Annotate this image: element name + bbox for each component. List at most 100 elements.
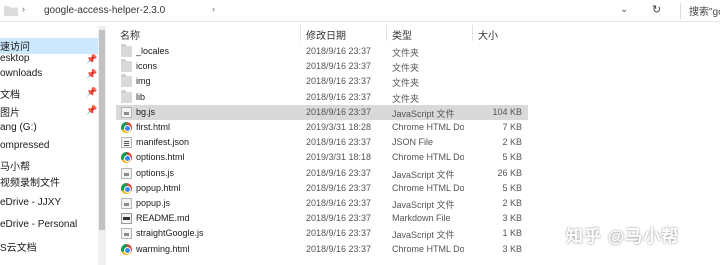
- file-modified: 2018/9/16 23:37: [306, 167, 372, 178]
- file-type: 文件夹: [392, 78, 420, 89]
- breadcrumb-separator: ›: [22, 4, 25, 14]
- file-row[interactable]: straightGoogle.js 2018/9/16 23:37 JavaScri…: [116, 226, 528, 241]
- pin-icon[interactable]: 📌: [86, 87, 97, 98]
- column-divider[interactable]: [300, 25, 301, 41]
- folder-icon: [121, 89, 132, 103]
- file-name: first.html: [136, 122, 171, 132]
- chrome-icon: [121, 182, 132, 194]
- file-modified: 2018/9/16 23:37: [306, 213, 372, 224]
- refresh-icon[interactable]: ↻: [652, 3, 661, 16]
- file-name: README.md: [136, 213, 190, 224]
- nav-item[interactable]: ownloads 📌: [0, 68, 98, 84]
- file-name: img: [136, 76, 151, 87]
- folder-icon: [121, 74, 132, 88]
- nav-item[interactable]: 视频录制文件: [0, 174, 98, 190]
- file-name: popup.html: [136, 182, 181, 193]
- file-size: 3 KB: [502, 243, 522, 254]
- nav-item-label: ownloads: [0, 68, 43, 79]
- nav-item-label: S云文档: [0, 243, 37, 254]
- nav-item-label: eDrive - Personal: [0, 219, 78, 230]
- file-name: manifest.json: [136, 137, 190, 148]
- file-row[interactable]: manifest.json 2018/9/16 23:37 JSON File 2 K…: [116, 135, 528, 150]
- nav-item-label: 图片: [0, 108, 20, 119]
- nav-item[interactable]: ompressed: [0, 140, 98, 156]
- nav-item-label: esktop: [0, 53, 30, 64]
- nav-item[interactable]: 文档 📌: [0, 86, 98, 102]
- file-type: Chrome HTML Do...: [392, 182, 464, 193]
- file-row[interactable]: warming.html 2018/9/16 23:37 Chrome HTML D…: [116, 242, 528, 257]
- file-size: 2 KB: [502, 198, 522, 208]
- folder-icon: [121, 59, 132, 73]
- file-modified: 2018/9/16 23:37: [306, 46, 372, 56]
- folder-icon: [4, 6, 18, 16]
- file-row[interactable]: _locales 2018/9/16 23:37 文件夹: [116, 44, 528, 59]
- file-name: icons: [136, 61, 158, 72]
- file-modified: 2018/9/16 23:37: [306, 61, 372, 72]
- pin-icon[interactable]: 📌: [86, 69, 97, 80]
- file-type: JavaScript 文件: [392, 108, 455, 119]
- nav-item-label: eDrive - JJXY: [0, 197, 62, 208]
- nav-item[interactable]: 马小帮: [0, 158, 98, 174]
- file-row[interactable]: options.html 2019/3/31 18:18 Chrome HTML D…: [116, 150, 528, 165]
- nav-item[interactable]: 速访问: [0, 38, 98, 54]
- column-header-size[interactable]: 大小: [478, 27, 498, 42]
- pin-icon[interactable]: 📌: [86, 105, 97, 116]
- column-header-modified[interactable]: 修改日期: [306, 27, 346, 42]
- navigation-pane: 速访问 esktop 📌 ownloads 📌 文档 📌 图片 📌 ang (G:) ompress…: [0, 26, 108, 265]
- file-row[interactable]: popup.html 2018/9/16 23:37 Chrome HTML Do.…: [116, 181, 528, 196]
- json-file-icon: [121, 137, 132, 149]
- chrome-icon: [121, 152, 132, 164]
- file-name: bg.js: [136, 106, 156, 117]
- file-type: Markdown File: [392, 213, 451, 224]
- breadcrumb-separator[interactable]: ›: [212, 4, 215, 14]
- file-row[interactable]: options.js 2018/9/16 23:37 JavaScript 文件 26…: [116, 166, 528, 181]
- watermark: 知乎 @马小帮: [566, 227, 680, 246]
- nav-item[interactable]: eDrive - JJXY: [0, 197, 98, 213]
- nav-item[interactable]: S云文档: [0, 239, 98, 255]
- file-row[interactable]: first.html 2019/3/31 18:28 Chrome HTML Do.…: [116, 120, 528, 135]
- nav-item[interactable]: 图片 📌: [0, 104, 98, 120]
- pin-icon[interactable]: 📌: [86, 54, 97, 65]
- file-modified: 2019/3/31 18:28: [306, 122, 372, 132]
- file-modified: 2018/9/16 23:37: [306, 106, 372, 117]
- file-size: 5 KB: [502, 152, 522, 163]
- nav-item-label: 文档: [0, 90, 20, 101]
- file-modified: 2019/3/31 18:18: [306, 152, 372, 163]
- file-name: lib: [136, 91, 146, 102]
- nav-item-label: ompressed: [0, 140, 50, 151]
- file-row[interactable]: popup.js 2018/9/16 23:37 JavaScript 文件 2 KB: [116, 196, 528, 211]
- file-type: 文件夹: [392, 93, 420, 104]
- chevron-down-icon[interactable]: ⌄: [620, 4, 628, 15]
- column-headers: 名称 修改日期 类型 大小: [114, 25, 534, 42]
- file-name: straightGoogle.js: [136, 228, 204, 239]
- file-row[interactable]: img 2018/9/16 23:37 文件夹: [116, 74, 528, 89]
- file-size: 26 KB: [497, 167, 522, 178]
- file-row[interactable]: icons 2018/9/16 23:37 文件夹: [116, 59, 528, 74]
- file-size: 104 KB: [492, 106, 522, 117]
- breadcrumb-path[interactable]: google-access-helper-2.3.0: [44, 5, 165, 16]
- file-row[interactable]: lib 2018/9/16 23:37 文件夹: [116, 89, 528, 105]
- nav-item[interactable]: ang (G:): [0, 122, 98, 138]
- chrome-icon: [121, 243, 132, 255]
- file-size: 2 KB: [502, 137, 522, 148]
- nav-item[interactable]: esktop 📌: [0, 53, 98, 69]
- column-header-name[interactable]: 名称: [120, 27, 140, 42]
- file-row[interactable]: README.md 2018/9/16 23:37 Markdown File 3 K…: [116, 211, 528, 226]
- folder-icon: [121, 44, 132, 57]
- search-input[interactable]: 搜索"go: [680, 3, 720, 19]
- file-size: 7 KB: [502, 122, 522, 132]
- nav-scrollbar-thumb[interactable]: [99, 30, 105, 230]
- file-type: JSON File: [392, 137, 434, 148]
- file-size: 5 KB: [502, 182, 522, 193]
- chrome-icon: [121, 122, 132, 133]
- column-divider[interactable]: [386, 25, 387, 41]
- file-row[interactable]: bg.js 2018/9/16 23:37 JavaScript 文件 104 KB: [116, 104, 528, 120]
- file-size: 1 KB: [502, 228, 522, 239]
- md-file-icon: [121, 213, 132, 225]
- file-name: warming.html: [136, 243, 190, 254]
- column-divider[interactable]: [472, 25, 473, 41]
- nav-item[interactable]: eDrive - Personal: [0, 219, 98, 235]
- column-header-type[interactable]: 类型: [392, 27, 412, 42]
- file-modified: 2018/9/16 23:37: [306, 182, 372, 193]
- file-type: 文件夹: [392, 63, 420, 74]
